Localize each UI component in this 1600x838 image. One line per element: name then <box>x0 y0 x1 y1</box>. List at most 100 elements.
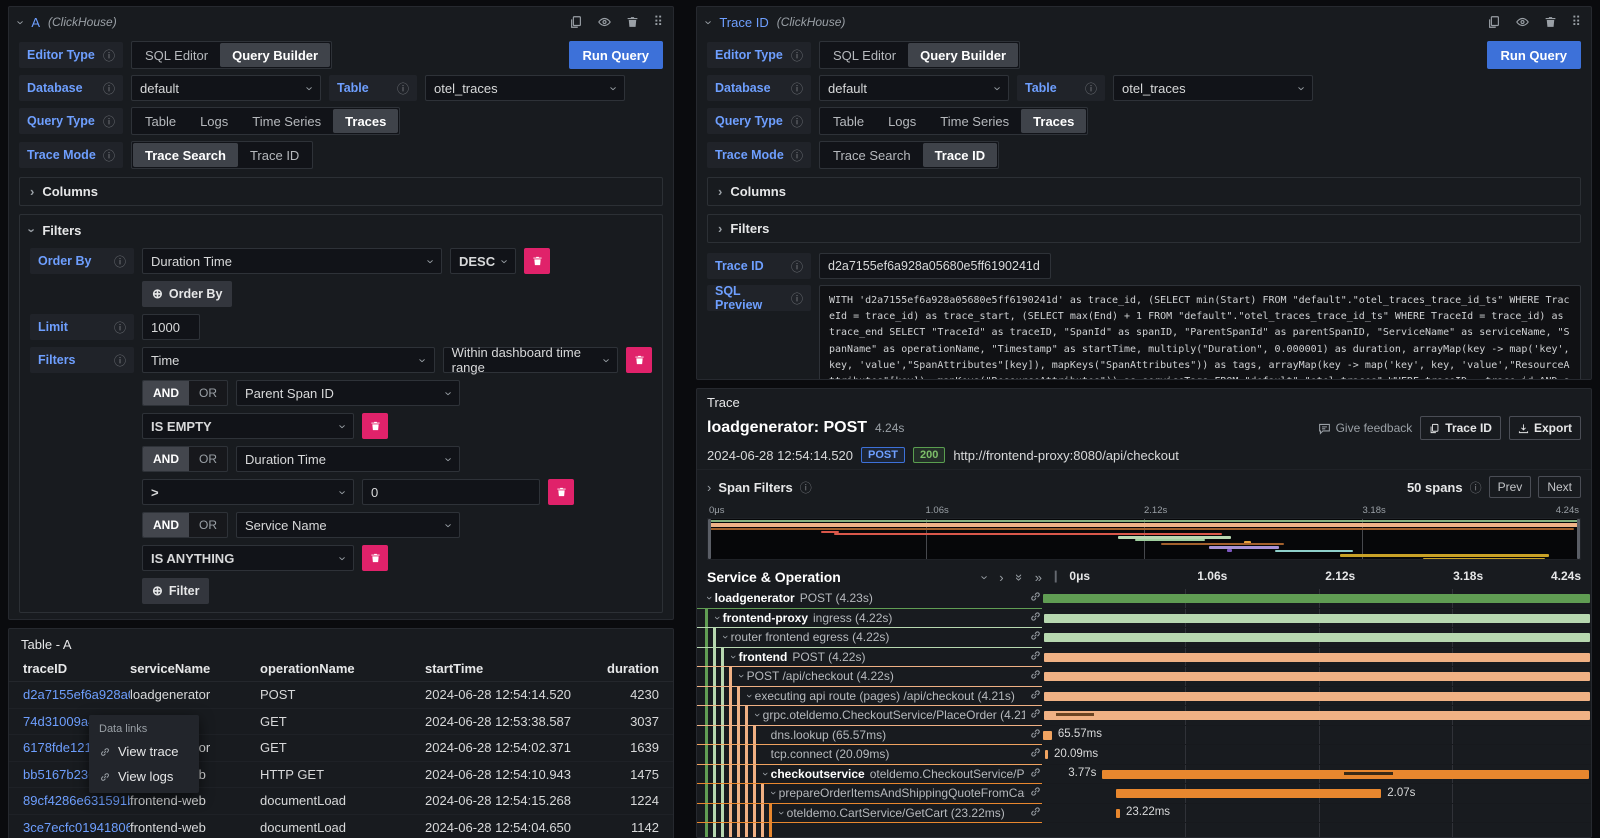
span-row[interactable]: › grpc.oteldemo.CheckoutService/PlaceOrd… <box>697 706 1591 726</box>
column-resize-handle[interactable]: ▕▏ <box>1048 572 1063 583</box>
next-button[interactable]: Next <box>1538 476 1581 498</box>
span-row[interactable]: › <box>697 823 1591 838</box>
query-type-traces[interactable]: Traces <box>1021 109 1086 133</box>
span-row[interactable]: › executing api route (pages) /api/check… <box>697 687 1591 707</box>
span-row[interactable]: › oteldemo.CartService/GetCart (23.22ms)… <box>697 804 1591 824</box>
query-type-timeseries[interactable]: Time Series <box>240 109 333 133</box>
expand-all-icon[interactable]: » <box>1035 571 1042 584</box>
chevron-down-icon[interactable]: › <box>775 811 787 815</box>
span-name-cell[interactable]: › POST /api/checkout (4.22s) <box>697 667 1042 687</box>
span-row[interactable]: › tcp.connect (20.09ms) 20.09ms <box>697 745 1591 765</box>
span-link-icon[interactable] <box>1025 727 1042 743</box>
span-bar[interactable] <box>1116 789 1382 798</box>
view-trace-menu-item[interactable]: View trace <box>89 739 199 764</box>
order-by-field-select[interactable]: Duration Time› <box>142 248 442 274</box>
span-link-icon[interactable] <box>1025 785 1042 801</box>
span-name-cell[interactable]: › tcp.connect (20.09ms) <box>697 745 1042 765</box>
span-timeline-cell[interactable] <box>1042 628 1591 648</box>
query-builder-tab[interactable]: Query Builder <box>908 43 1018 67</box>
table-select[interactable]: otel_traces› <box>425 75 625 101</box>
add-order-by-button[interactable]: ⊕Order By <box>142 281 232 307</box>
span-link-icon[interactable] <box>1025 746 1042 762</box>
span-row[interactable]: › router frontend egress (4.22s) <box>697 628 1591 648</box>
span-name-cell[interactable]: › executing api route (pages) /api/check… <box>697 687 1042 707</box>
span-timeline-cell[interactable] <box>1042 589 1591 609</box>
remove-filter-button[interactable] <box>626 347 652 373</box>
query-type-table[interactable]: Table <box>821 109 876 133</box>
run-query-button[interactable]: Run Query <box>1487 41 1581 69</box>
span-timeline-cell[interactable] <box>1042 667 1591 687</box>
column-header-operationname[interactable]: operationName <box>260 661 425 676</box>
column-header-servicename[interactable]: serviceName <box>130 661 260 676</box>
span-timeline-cell[interactable] <box>1042 823 1591 838</box>
condition-field-select[interactable]: Duration Time› <box>236 446 460 472</box>
column-header-duration[interactable]: duration <box>593 661 673 676</box>
span-name-cell[interactable]: › prepareOrderItemsAndShippingQuoteFromC… <box>697 784 1042 804</box>
trace-id-link[interactable]: 89cf4286e631591b4... <box>9 793 130 808</box>
span-row[interactable]: › frontend POST (4.22s) <box>697 648 1591 668</box>
filter-range-select[interactable]: Within dashboard time range› <box>443 347 619 373</box>
condition-field-select[interactable]: Parent Span ID› <box>236 380 460 406</box>
span-link-icon[interactable] <box>1025 590 1042 606</box>
table-row[interactable]: d2a7155ef6a928a05... loadgenerator POST … <box>9 682 673 709</box>
database-select[interactable]: default› <box>131 75 321 101</box>
trace-id-button[interactable]: Trace ID <box>1420 416 1501 440</box>
and-or-toggle[interactable]: ANDOR <box>142 380 228 406</box>
drag-handle-icon[interactable]: ⠿ <box>653 14 663 30</box>
query-builder-tab[interactable]: Query Builder <box>220 43 330 67</box>
span-filters-label[interactable]: Span Filters <box>718 480 792 495</box>
condition-field-select[interactable]: Service Name› <box>236 512 460 538</box>
view-logs-menu-item[interactable]: View logs <box>89 764 199 789</box>
span-bar[interactable] <box>1116 809 1120 818</box>
chevron-right-icon[interactable]: › <box>707 481 711 494</box>
span-name-cell[interactable]: › checkoutservice oteldemo.CheckoutServi… <box>697 765 1042 785</box>
span-link-icon[interactable] <box>1025 629 1042 645</box>
trace-mode-search[interactable]: Trace Search <box>821 143 923 167</box>
span-link-icon[interactable] <box>1025 610 1042 626</box>
span-row[interactable]: › checkoutservice oteldemo.CheckoutServi… <box>697 765 1591 785</box>
span-bar[interactable] <box>1044 653 1590 662</box>
filters-collapsible[interactable]: › Filters <box>707 214 1581 243</box>
columns-collapsible[interactable]: › Columns <box>707 177 1581 206</box>
sql-editor-tab[interactable]: SQL Editor <box>133 43 220 67</box>
span-timeline-cell[interactable]: 23.22ms <box>1042 804 1591 824</box>
chevron-down-icon[interactable]: › <box>759 772 771 776</box>
add-filter-button[interactable]: ⊕Filter <box>142 578 209 604</box>
condition-operator-select[interactable]: IS EMPTY› <box>142 413 354 439</box>
table-select[interactable]: otel_traces› <box>1113 75 1313 101</box>
eye-icon[interactable] <box>597 15 612 29</box>
columns-collapsible[interactable]: › Columns <box>19 177 663 206</box>
trace-mode-id[interactable]: Trace ID <box>238 143 311 167</box>
span-bar[interactable] <box>1044 711 1590 720</box>
sql-editor-tab[interactable]: SQL Editor <box>821 43 908 67</box>
span-bar[interactable] <box>1044 633 1590 642</box>
chevron-down-icon[interactable]: › <box>735 674 747 678</box>
query-type-timeseries[interactable]: Time Series <box>928 109 1021 133</box>
span-name-cell[interactable]: › frontend-proxy ingress (4.22s) <box>697 609 1042 629</box>
filter-field-select[interactable]: Time› <box>142 347 435 373</box>
span-link-icon[interactable] <box>1025 668 1042 684</box>
span-bar[interactable] <box>1044 692 1590 701</box>
drag-handle-icon[interactable]: ⠿ <box>1571 14 1581 30</box>
collapse-one-icon[interactable]: › <box>979 575 992 579</box>
query-type-traces[interactable]: Traces <box>333 109 398 133</box>
condition-operator-select[interactable]: IS ANYTHING› <box>142 545 354 571</box>
span-name-cell[interactable]: › loadgenerator POST (4.23s) <box>697 589 1042 609</box>
column-header-starttime[interactable]: startTime <box>425 661 593 676</box>
span-name-cell[interactable]: › oteldemo.CartService/GetCart (23.22ms) <box>697 804 1042 824</box>
trace-mode-search[interactable]: Trace Search <box>133 143 238 167</box>
span-bar[interactable] <box>1043 731 1052 740</box>
chevron-down-icon[interactable]: › <box>727 655 739 659</box>
trace-minimap[interactable]: 0μs 1.06s 2.12s 3.18s 4.24s <box>707 504 1581 560</box>
and-or-toggle[interactable]: ANDOR <box>142 446 228 472</box>
chevron-down-icon[interactable]: › <box>743 694 755 698</box>
span-name-cell[interactable]: › grpc.oteldemo.CheckoutService/PlaceOrd… <box>697 706 1042 726</box>
span-name-cell[interactable]: › <box>697 823 1042 838</box>
give-feedback-link[interactable]: Give feedback <box>1318 421 1413 435</box>
span-link-icon[interactable] <box>1025 766 1042 782</box>
column-header-traceid[interactable]: traceID <box>9 661 130 676</box>
span-timeline-cell[interactable]: 65.57ms <box>1042 726 1591 746</box>
expand-one-icon[interactable]: › <box>999 571 1003 584</box>
minimap-canvas[interactable] <box>707 518 1581 560</box>
query-type-logs[interactable]: Logs <box>876 109 928 133</box>
